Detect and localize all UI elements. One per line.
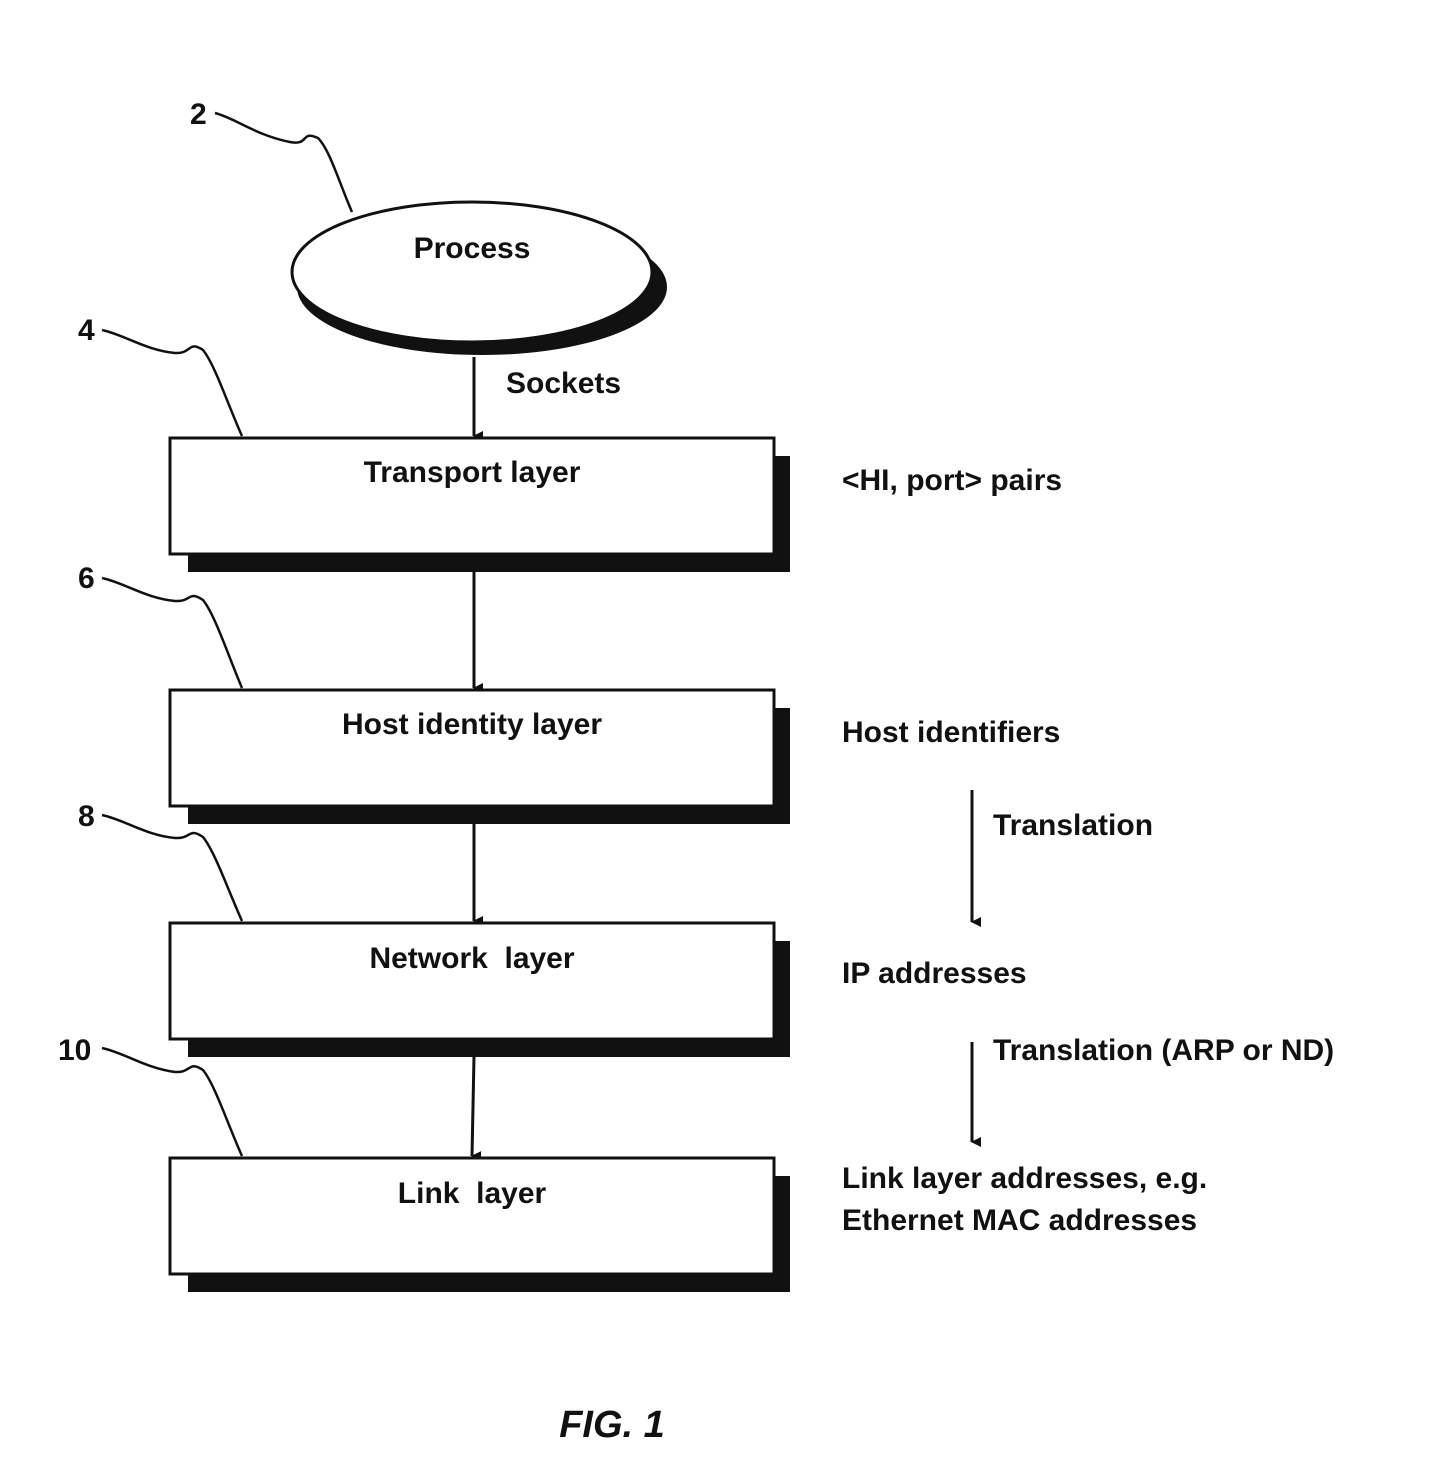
host-identity-layer-label: Host identity layer: [342, 708, 602, 741]
layer-diagram: Process 2 Sockets Transport layer 4 <HI,…: [58, 98, 1334, 1446]
sockets-label: Sockets: [506, 367, 621, 400]
network-layer-box: [168, 921, 776, 1041]
translation-label-1: Translation: [993, 809, 1153, 842]
link-layer-label: Link layer: [398, 1177, 547, 1210]
leader-line-8: [101, 813, 244, 922]
transport-layer-label: Transport layer: [364, 456, 581, 489]
link-layer-node: Link layer: [168, 1156, 790, 1292]
network-side-label: IP addresses: [842, 957, 1027, 990]
leader-line-6: [101, 576, 244, 689]
leader-line-4: [101, 328, 244, 437]
transport-side-label: <HI, port> pairs: [842, 464, 1062, 497]
transport-layer-node: Transport layer: [168, 436, 790, 572]
network-layer-node: Network layer: [168, 921, 790, 1057]
ref-number-8: 8: [78, 800, 95, 833]
process-label: Process: [414, 232, 531, 265]
ref-number-10: 10: [58, 1034, 91, 1067]
figure-caption: FIG. 1: [559, 1404, 665, 1446]
ref-number-6: 6: [78, 562, 95, 595]
network-layer-label: Network layer: [369, 942, 574, 975]
link-side-label-line-1: Link layer addresses, e.g.: [842, 1162, 1207, 1195]
link-side-label-line-2: Ethernet MAC addresses: [842, 1204, 1197, 1237]
host-identity-side-label: Host identifiers: [842, 716, 1060, 749]
arrow-network-to-link: [470, 1056, 482, 1162]
process-ellipse: [290, 200, 654, 344]
ref-number-2: 2: [190, 98, 207, 131]
link-layer-box: [168, 1156, 776, 1276]
ref-number-4: 4: [78, 314, 95, 347]
translation-label-2: Translation (ARP or ND): [993, 1034, 1334, 1067]
process-node: Process: [290, 200, 667, 355]
leader-line-2: [214, 111, 354, 213]
host-identity-layer-node: Host identity layer: [168, 688, 790, 824]
leader-line-10: [101, 1046, 244, 1157]
